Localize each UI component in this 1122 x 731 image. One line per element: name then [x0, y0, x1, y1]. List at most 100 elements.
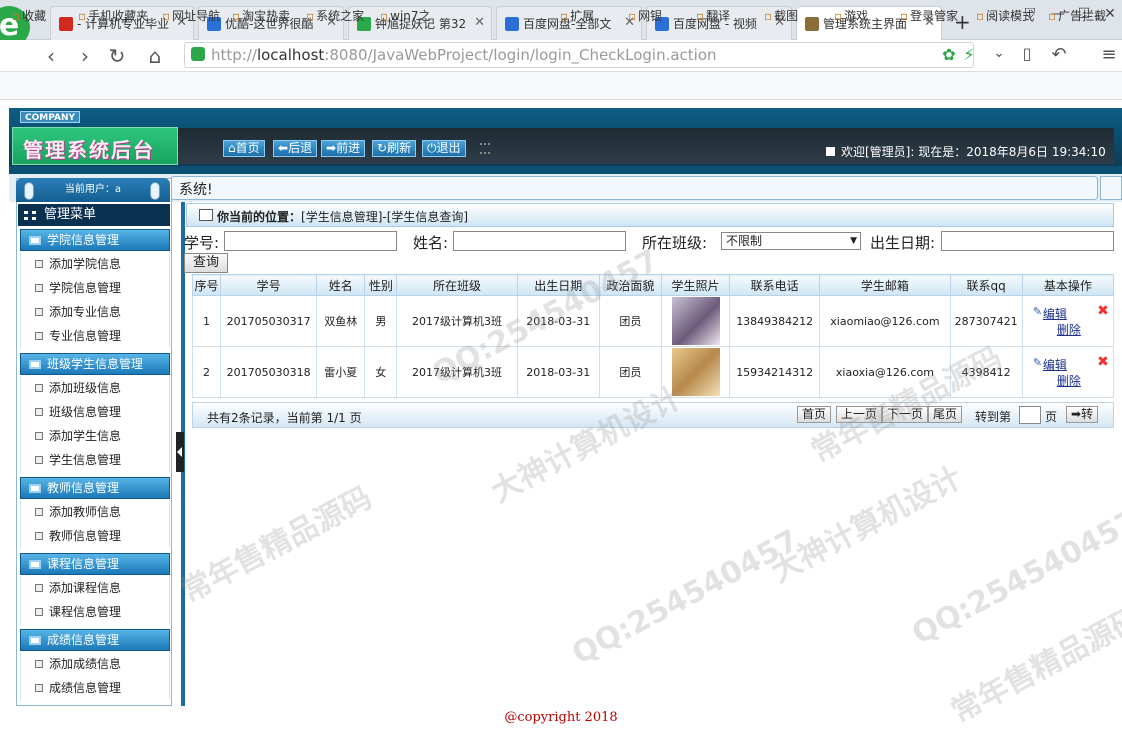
table-cell: xiaomiao@126.com [819, 295, 951, 347]
menu-item-label: 添加专业信息 [49, 305, 122, 319]
delete-icon[interactable]: ✖ [1097, 303, 1109, 319]
back-icon[interactable]: ‹ [38, 44, 64, 68]
menu-item[interactable]: 添加班级信息 [20, 376, 170, 400]
go-button[interactable]: ➡转 [1066, 406, 1099, 423]
pager-button[interactable]: 首页 [797, 406, 832, 423]
bookmark-item[interactable]: ▫ win7之 [380, 7, 431, 24]
table-cell: 双鱼林 [316, 295, 366, 347]
table-cell [660, 346, 731, 398]
bookmark-icon: ▫ [380, 9, 389, 23]
bullet-icon [35, 260, 43, 268]
header-button[interactable]: ⌂首页 [223, 140, 265, 157]
table-header: 联系qq [949, 274, 1023, 296]
bookmark-item[interactable]: ▫ 手机收藏夹 [78, 7, 148, 24]
menu-item[interactable]: 学院信息管理 [20, 276, 170, 300]
name-input[interactable] [453, 231, 626, 251]
student-no-input[interactable] [224, 231, 397, 251]
table-header: 学号 [220, 274, 318, 296]
menu-item[interactable]: 添加教师信息 [20, 500, 170, 524]
collapse-sidebar-handle[interactable] [176, 432, 184, 472]
menu-group-label: 教师信息管理 [47, 481, 120, 495]
header-button-label: 刷新 [387, 141, 412, 155]
bookmark-item[interactable]: ▫ 淘宝热卖 [232, 7, 290, 24]
menu-item[interactable]: 添加课程信息 [20, 576, 170, 600]
pager-button[interactable]: 上一页 [836, 406, 883, 423]
bookmark-item[interactable]: ▫ 翻译 [696, 7, 730, 24]
header-button[interactable]: ⬅后退 [273, 140, 318, 157]
bullet-icon [35, 408, 43, 416]
menu-item[interactable]: 成绩信息管理 [20, 676, 170, 700]
pager-button[interactable]: 下一页 [882, 406, 929, 423]
edit-link[interactable]: 编辑 [1043, 305, 1067, 322]
bullet-icon [35, 532, 43, 540]
bookmark-item[interactable]: ▫ 收藏 [12, 7, 46, 24]
bookmark-icon: ▫ [834, 9, 843, 23]
dropdown-icon[interactable]: ⌄ [986, 45, 1012, 61]
menu-icon[interactable]: ≡ [1096, 44, 1122, 65]
menu-group[interactable]: 课程信息管理 [20, 553, 170, 575]
current-user: 当前用户：a [16, 178, 170, 202]
undo-icon[interactable]: ↶ [1046, 44, 1072, 65]
menu-item[interactable]: 专业信息管理 [20, 324, 170, 348]
bookmark-item[interactable]: ▫ 阅读模式 [976, 7, 1034, 24]
header-button[interactable]: ⏻退出 [422, 140, 466, 157]
delete-link[interactable]: 删除 [1057, 372, 1081, 389]
bookmark-item[interactable]: ▫ 游戏 [834, 7, 868, 24]
bookmark-item[interactable]: ▫ 系统之家 [306, 7, 364, 24]
bookmark-item[interactable]: ▫ 截图 [764, 7, 798, 24]
bookmark-icon: ▫ [78, 9, 87, 23]
watermark: QQ:254540457 [906, 503, 1122, 652]
table-row: 1 201705030317 双鱼林男 2017级计算机3班 2018-03-31 团员 1… [191, 295, 1115, 347]
menu-group[interactable]: 班级学生信息管理 [20, 353, 170, 375]
bookmark-item[interactable]: ▫ 网址导航 [162, 7, 220, 24]
folder-icon [29, 360, 41, 369]
menu-item[interactable]: 班级信息管理 [20, 400, 170, 424]
menu-group[interactable]: 教师信息管理 [20, 477, 170, 499]
bookmark-item[interactable]: ▫ 扩展 [560, 7, 594, 24]
menu-item[interactable]: 课程信息管理 [20, 600, 170, 624]
bullet-icon [35, 456, 43, 464]
bookmark-item[interactable]: ▫ 网银 [628, 7, 662, 24]
table-cell: ✎ 编辑 删除 ✖ [1021, 346, 1115, 398]
menu-group[interactable]: 成绩信息管理 [20, 629, 170, 651]
reload-icon[interactable]: ↻ [104, 44, 130, 68]
menu-item[interactable]: 添加专业信息 [20, 300, 170, 324]
menu-group[interactable]: 学院信息管理 [20, 229, 170, 251]
edit-link[interactable]: 编辑 [1043, 356, 1067, 373]
book-icon [199, 209, 213, 221]
menu-item[interactable]: 添加学生信息 [20, 424, 170, 448]
menu-item[interactable]: 添加学院信息 [20, 252, 170, 276]
bookmark-icon: ▫ [162, 9, 171, 23]
url-input[interactable]: http://localhost:8080/JavaWebProject/log… [184, 42, 974, 68]
header-button[interactable]: ↻刷新 [372, 140, 417, 157]
table-cell: 1 [191, 295, 222, 347]
header-button[interactable]: ➡前进 [321, 140, 366, 157]
bookmark-item[interactable]: ▫ 广告拦截 [1048, 7, 1106, 24]
birth-input[interactable] [941, 231, 1114, 251]
name-label: 姓名: [413, 234, 449, 252]
goto-page-input[interactable] [1019, 406, 1041, 424]
pager-button[interactable]: 尾页 [928, 406, 963, 423]
tab-favicon-icon [505, 17, 519, 31]
tab-close-icon[interactable]: ✕ [474, 15, 485, 30]
bullet-icon [35, 308, 43, 316]
header-grip-icon [480, 143, 490, 154]
bookmark-icon: ▫ [232, 9, 241, 23]
goto-label: 转到第 [975, 410, 1012, 424]
menu-item[interactable]: 学生信息管理 [20, 448, 170, 472]
menu-item[interactable]: 教师信息管理 [20, 524, 170, 548]
forward-icon[interactable]: › [72, 44, 98, 68]
table-cell: 15934214312 [729, 346, 821, 398]
menu-item-label: 添加学院信息 [49, 257, 122, 271]
query-button[interactable]: 查询 [184, 253, 228, 273]
class-select[interactable]: 不限制 [721, 232, 861, 250]
home-icon[interactable]: ⌂ [142, 44, 168, 68]
menu-item[interactable]: 添加成绩信息 [20, 652, 170, 676]
bookmark-item[interactable]: ▫ 登录管家 [900, 7, 958, 24]
phone-icon[interactable]: ▯ [1014, 44, 1040, 63]
table-cell: 287307421 [949, 295, 1023, 347]
delete-icon[interactable]: ✖ [1097, 354, 1109, 370]
bookmark-label: 网银 [638, 9, 663, 23]
delete-link[interactable]: 删除 [1057, 321, 1081, 338]
lightning-icon[interactable]: ⚡ [956, 45, 982, 64]
